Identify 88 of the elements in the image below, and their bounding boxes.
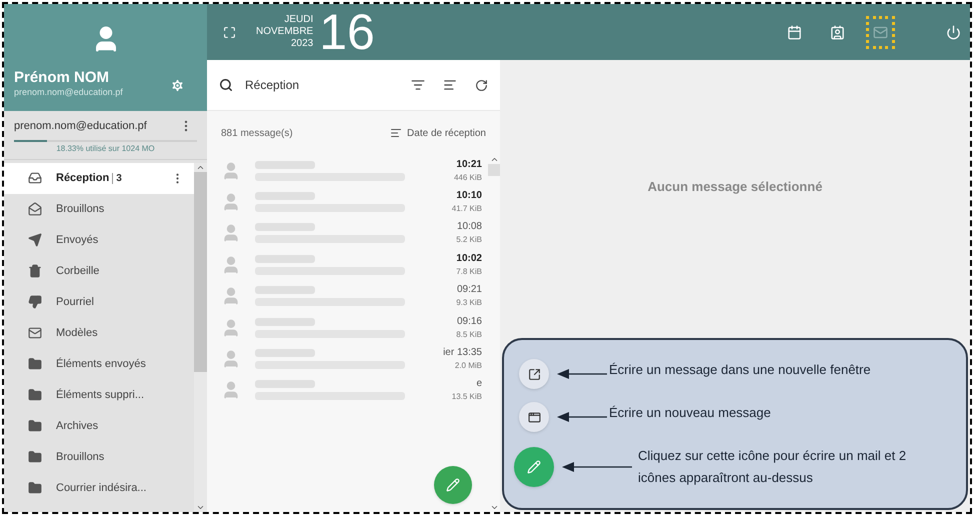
folder-item[interactable]: Pourriel [4,286,194,318]
scrollbar-thumb[interactable] [488,164,500,176]
search-field[interactable]: Réception [245,76,300,94]
callout-text: Écrire un message dans une nouvelle fenêtre [609,361,871,380]
sort-label[interactable]: Date de réception [407,126,486,140]
fullscreen-icon[interactable] [223,26,236,38]
message-size: 9.3 KiB [456,297,482,310]
calendar-icon[interactable] [787,24,802,40]
folder-label: Corbeille [56,264,100,279]
message-time: 10:10 [456,189,482,202]
message-time: 10:08 [456,220,482,234]
folder-label: Modèles [56,326,98,341]
folder-item[interactable]: Réception 3 [4,162,194,194]
arrow [562,461,632,473]
settings-icon[interactable] [170,78,185,92]
arrow [557,368,607,380]
message-size: 13.5 KiB [452,391,482,404]
folder-item[interactable]: Brouillons [4,442,194,472]
folder-item[interactable]: Brouillons [4,194,194,224]
message-row[interactable]: 09:21 9.3 KiB [207,280,488,312]
folder-label: Archives [56,418,98,434]
message-size: 446 KiB [454,172,482,184]
pencil-icon [527,460,541,474]
user-name: Prénom NOM [14,70,110,86]
search-icon[interactable] [219,78,233,92]
sort-icon[interactable] [443,78,457,92]
message-time: 09:16 [456,314,482,328]
folder-label: Réception [56,170,110,186]
folder-label: Courrier indésira... [56,480,146,496]
callout-text: Écrire un nouveau message [609,404,771,422]
scroll-down-icon[interactable] [490,503,498,512]
compose-button[interactable] [434,466,472,504]
callout-text: Cliquez sur cette icône pour écrire un mail et 2 icônes apparaîtront au-dessus [638,447,908,487]
external-link-icon [528,368,540,380]
user-email: prenom.nom@education.pf [14,86,123,100]
quota-text: 18.33% utilisé sur 1024 MO [55,142,156,154]
scroll-down-icon[interactable] [196,503,205,512]
new-message-button[interactable] [519,402,549,432]
message-row[interactable]: ier 13:35 2.0 MiB [207,343,488,375]
folder-item[interactable]: Courrier indésira... [4,472,194,504]
scroll-up-icon[interactable] [490,155,498,164]
message-size: 5.2 KiB [456,234,482,246]
message-size: 7.8 KiB [456,266,482,278]
folder-label: Envoyés [56,232,98,248]
weekday: JEUDI [284,14,314,26]
refresh-icon[interactable] [475,78,488,92]
message-row[interactable]: 10:10 41.7 KiB [207,186,488,218]
message-time: e [476,377,482,390]
folder-item[interactable]: Envoyés [4,224,194,256]
message-time: ier 13:35 [443,346,482,360]
year: 2023 [290,38,314,50]
message-time: 10:02 [456,252,482,265]
message-size: 2.0 MiB [454,360,482,372]
empty-state-text: Aucun message sélectionné [648,178,822,196]
message-size: 8.5 KiB [456,328,482,341]
message-row[interactable]: 09:16 8.5 KiB [207,312,488,344]
day-number: 16 [319,7,375,57]
unread-count: 3 [112,172,122,184]
new-window-button[interactable] [519,359,549,389]
arrow [557,411,607,423]
folder-item[interactable]: Corbeille [4,256,194,286]
message-time: 10:21 [456,158,482,171]
contacts-icon[interactable] [830,24,845,40]
folder-label: Brouillons [56,202,104,217]
power-icon[interactable] [946,24,961,40]
message-size: 41.7 KiB [452,203,482,216]
message-time: 09:21 [456,283,482,296]
folder-label: Éléments suppri... [56,388,144,403]
message-count: 881 message(s) [221,126,293,140]
message-row[interactable]: 10:21 446 KiB [207,155,488,186]
folder-item[interactable]: Modèles [4,318,194,348]
folder-item[interactable]: Archives [4,410,194,442]
scrollbar[interactable] [194,162,207,512]
sort-icon[interactable] [390,127,402,139]
filter-icon[interactable] [411,78,425,92]
scrollbar-thumb[interactable] [194,172,207,372]
pencil-icon [446,478,460,492]
folder-item[interactable]: Éléments envoyés [4,348,194,380]
account-email[interactable]: prenom.nom@education.pf [14,118,147,134]
window-icon [528,410,540,424]
folder-label: Pourriel [56,294,94,310]
folder-item[interactable]: Éléments suppri... [4,380,194,410]
folder-label: Brouillons [56,450,104,465]
message-row[interactable]: e 13.5 KiB [207,374,488,406]
message-row[interactable]: 10:02 7.8 KiB [207,249,488,281]
month: NOVEMBRE [256,26,314,38]
folder-label: Éléments envoyés [56,356,146,372]
message-row[interactable]: 10:08 5.2 KiB [207,218,488,250]
